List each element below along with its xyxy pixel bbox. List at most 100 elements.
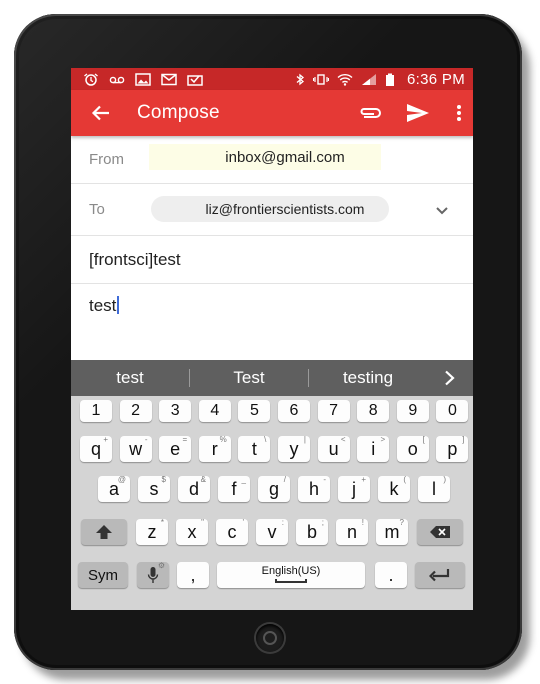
key-p[interactable]: p] <box>436 435 469 462</box>
attach-icon[interactable] <box>357 100 383 126</box>
key-y[interactable]: y | <box>278 435 310 462</box>
key-label: u <box>328 438 339 459</box>
chevron-right-icon[interactable] <box>427 370 473 386</box>
key-q[interactable]: q + <box>80 435 112 462</box>
comma-key[interactable]: , <box>177 562 209 588</box>
key-1[interactable]: 1 <box>80 400 112 422</box>
key-label: l <box>432 478 436 499</box>
recipient-chip[interactable]: liz@frontierscientists.com <box>151 196 389 222</box>
period-key[interactable]: . <box>375 562 407 588</box>
key-c[interactable]: c ' <box>216 518 248 545</box>
key-hint: / <box>283 475 286 484</box>
back-arrow-icon[interactable] <box>89 101 113 125</box>
key-z[interactable]: z * <box>136 518 168 545</box>
key-hint: - <box>144 435 148 444</box>
key-8[interactable]: 8 <box>357 400 390 422</box>
key-hint: + <box>361 475 366 484</box>
from-account-selector[interactable]: inbox@gmail.com <box>149 144 381 170</box>
key-r[interactable]: r% <box>198 435 231 462</box>
key-h[interactable]: h- <box>298 475 330 502</box>
letter-row-2: a @ s $ d & f _ g / h - j + k( l) <box>71 475 473 510</box>
key-g[interactable]: g / <box>258 475 290 502</box>
backspace-icon <box>430 526 450 538</box>
key-hint: * <box>160 518 164 527</box>
period-label: . <box>388 564 394 585</box>
compose-toolbar: Compose <box>71 90 473 136</box>
key-k[interactable]: k( <box>378 475 410 502</box>
toolbar-actions <box>357 100 465 126</box>
key-n[interactable]: n! <box>336 518 368 545</box>
more-options-icon[interactable] <box>453 100 465 126</box>
from-value: inbox@gmail.com <box>225 148 345 166</box>
backspace-key[interactable] <box>417 519 463 545</box>
key-hint: < <box>340 435 346 444</box>
suggestion-2[interactable]: Test <box>190 368 308 388</box>
status-time: 6:36 PM <box>407 70 465 88</box>
settings-gear-icon: ⚙ <box>157 561 165 570</box>
home-button[interactable] <box>256 624 284 652</box>
key-w[interactable]: w- <box>119 435 152 462</box>
letter-row-3: z * x " c ' v: b; n! m? <box>71 518 473 553</box>
suggestion-1[interactable]: test <box>71 368 189 388</box>
shift-key[interactable] <box>81 519 127 545</box>
key-x[interactable]: x " <box>176 518 208 545</box>
key-7[interactable]: 7 <box>317 400 350 422</box>
bottom-row: Sym ⚙ , English(US) . <box>71 561 473 596</box>
subject-field[interactable]: [frontsci]test <box>71 236 473 284</box>
key-label: 2 <box>131 402 141 419</box>
key-label: h <box>308 478 319 499</box>
key-hint: | <box>303 435 306 444</box>
voice-input-key[interactable]: ⚙ <box>137 561 169 588</box>
subject-value: [frontsci]test <box>89 249 181 269</box>
key-5[interactable]: 5 <box>238 400 271 422</box>
key-label: 4 <box>210 402 220 419</box>
body-value: test <box>89 296 117 315</box>
key-0[interactable]: 0 <box>436 400 469 422</box>
key-o[interactable]: o[ <box>396 435 429 462</box>
key-label: b <box>306 521 317 542</box>
body-field[interactable]: test <box>71 284 473 359</box>
key-2[interactable]: 2 <box>119 400 152 422</box>
key-a[interactable]: a @ <box>98 475 130 502</box>
key-hint: = <box>182 435 188 444</box>
key-i[interactable]: i > <box>357 435 390 462</box>
key-9[interactable]: 9 <box>396 400 429 422</box>
key-b[interactable]: b; <box>296 518 328 545</box>
suggestion-bar: test Test testing <box>71 360 473 396</box>
key-hint: ? <box>399 518 404 527</box>
battery-icon <box>385 73 395 86</box>
key-label: 8 <box>368 402 378 419</box>
page-title: Compose <box>137 102 220 123</box>
key-hint: $ <box>161 475 166 484</box>
space-key[interactable]: English(US) <box>217 562 365 588</box>
image-icon <box>135 72 151 86</box>
enter-key[interactable] <box>415 562 465 588</box>
key-d[interactable]: d & <box>178 475 210 502</box>
suggestion-3[interactable]: testing <box>309 368 427 388</box>
to-row[interactable]: To liz@frontierscientists.com <box>71 184 473 236</box>
key-label: c <box>227 521 237 542</box>
key-3[interactable]: 3 <box>159 400 192 422</box>
send-icon[interactable] <box>405 100 431 126</box>
comma-label: , <box>190 564 196 585</box>
key-e[interactable]: e = <box>159 435 192 462</box>
key-hint: _ <box>241 475 246 484</box>
sym-key[interactable]: Sym <box>78 562 128 588</box>
key-s[interactable]: s $ <box>138 475 170 502</box>
key-label: t <box>251 438 257 459</box>
bluetooth-icon <box>295 73 305 86</box>
key-f[interactable]: f _ <box>218 475 250 502</box>
key-l[interactable]: l) <box>418 475 450 502</box>
key-v[interactable]: v: <box>256 518 288 545</box>
alarm-icon <box>83 72 99 86</box>
key-u[interactable]: u < <box>317 435 350 462</box>
key-6[interactable]: 6 <box>278 400 310 422</box>
chevron-down-icon[interactable] <box>433 201 451 219</box>
key-m[interactable]: m? <box>376 518 408 545</box>
key-j[interactable]: j + <box>338 475 370 502</box>
sym-label: Sym <box>88 566 118 584</box>
letter-row-1: q + w - e = r% t \ y | u < i > o[ p] <box>71 435 473 470</box>
key-hint: " <box>201 518 204 527</box>
key-t[interactable]: t \ <box>238 435 271 462</box>
key-4[interactable]: 4 <box>198 400 231 422</box>
